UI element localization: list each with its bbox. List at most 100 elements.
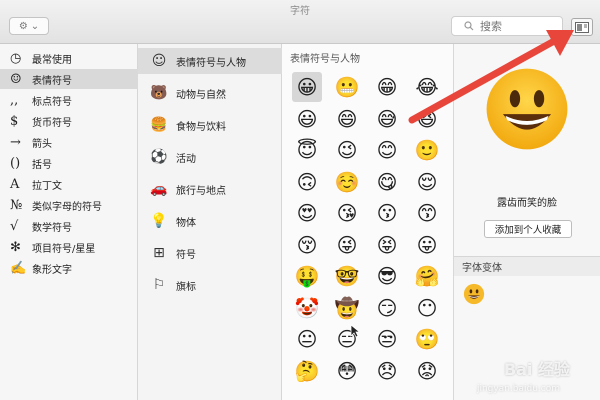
emoji-cell[interactable]: 🤠: [332, 293, 362, 323]
emoji-cell[interactable]: 😛: [412, 230, 442, 260]
settings-dropdown-button[interactable]: ⚙ ⌄: [9, 17, 49, 35]
emoji-cell[interactable]: 😊: [372, 135, 402, 165]
emoji-cell[interactable]: 😗: [372, 198, 402, 228]
emoji-cell[interactable]: 🤗: [412, 261, 442, 291]
category-item-flag[interactable]: ⚐ 旗标: [138, 272, 282, 298]
category-item-label: 符号: [176, 249, 196, 261]
emoji-cell[interactable]: 🙃: [292, 167, 322, 197]
asterisk-icon: ✻: [10, 239, 21, 255]
sidebar-item-clock[interactable]: ◷ 最常使用: [0, 48, 138, 68]
category-item-soccer-ball[interactable]: ⚽ 活动: [138, 144, 282, 170]
character-viewer-toggle-button[interactable]: [571, 18, 593, 36]
sidebar-item-label: 类似字母的符号: [32, 201, 102, 213]
category-item-label: 旅行与地点: [176, 185, 226, 197]
category-item-label: 食物与饮料: [176, 121, 226, 133]
category-list: ☺ 表情符号与人物 🐻 动物与自然 🍔 食物与饮料 ⚽ 活动 🚗 旅行与地点 💡 物体 ⊞ 符号 ⚐ 旗标: [138, 44, 282, 400]
emoji-cell[interactable]: 😐: [292, 324, 322, 354]
car-icon: 🚗: [150, 181, 168, 197]
small-grin-icon: [463, 283, 485, 305]
emoji-cell[interactable]: 😘: [332, 198, 362, 228]
emoji-cell[interactable]: 😅: [372, 104, 402, 134]
gear-icon: ⚙: [18, 20, 28, 32]
emoji-cell[interactable]: 😬: [332, 72, 362, 102]
sidebar-item-dollar[interactable]: $ 货币符号: [0, 111, 138, 131]
search-input[interactable]: [480, 19, 550, 33]
grid-section-title: 表情符号与人物: [290, 54, 360, 65]
window-toggle-icon: [575, 21, 589, 33]
sidebar: ◷ 最常使用 ☺ 表情符号,, 标点符号 $ 货币符号 → 箭头 () 括号 A 拉丁文 № 类似字母的符号…: [0, 44, 138, 400]
sidebar-item-label: 项目符号/星星: [32, 243, 96, 255]
emoji-cell[interactable]: 😏: [372, 293, 402, 323]
parentheses-icon: (): [10, 155, 21, 171]
emoji-cell[interactable]: 🙄: [412, 324, 442, 354]
search-field[interactable]: [451, 16, 563, 36]
search-icon: [464, 21, 474, 31]
category-item-label: 活动: [176, 153, 196, 165]
font-variant-emoji[interactable]: [462, 282, 486, 306]
smiley-icon: ☺: [10, 71, 22, 87]
emoji-cell[interactable]: 🤔: [292, 356, 322, 386]
sidebar-item-sqrt[interactable]: √ 数学符号: [0, 216, 138, 236]
emoji-cell[interactable]: 😉: [332, 135, 362, 165]
symbols-icon: ⊞: [153, 245, 165, 261]
large-emoji-preview-icon: [486, 68, 568, 150]
sidebar-item-pictograph[interactable]: ✍ 象形文字: [0, 258, 138, 278]
emoji-cell[interactable]: 🤡: [292, 293, 322, 323]
emoji-cell[interactable]: 😝: [372, 230, 402, 260]
emoji-cell[interactable]: 😍: [292, 198, 322, 228]
watermark-site: jingyan.baidu.com: [476, 384, 560, 394]
emoji-cell[interactable]: 😚: [292, 230, 322, 260]
emoji-cell[interactable]: 😆: [412, 104, 442, 134]
emoji-cell[interactable]: 😂: [412, 72, 442, 102]
emoji-cell[interactable]: 😁: [372, 72, 402, 102]
emoji-cell[interactable]: 😞: [372, 356, 402, 386]
category-item-lightbulb[interactable]: 💡 物体: [138, 208, 282, 234]
sidebar-item-arrow[interactable]: → 箭头: [0, 132, 138, 152]
category-item-car[interactable]: 🚗 旅行与地点: [138, 176, 282, 202]
emoji-cell[interactable]: 🤓: [332, 261, 362, 291]
category-item-symbols[interactable]: ⊞ 符号: [138, 240, 282, 266]
emoji-cell[interactable]: 😙: [412, 198, 442, 228]
sidebar-item-asterisk[interactable]: ✻ 项目符号/星星: [0, 237, 138, 257]
sidebar-item-label: 最常使用: [32, 54, 72, 66]
category-item-smiley-category[interactable]: ☺ 表情符号与人物: [138, 48, 282, 74]
mouse-cursor-icon: [350, 324, 360, 338]
arrow-icon: →: [10, 134, 21, 150]
burger-icon: 🍔: [150, 117, 168, 133]
emoji-cell[interactable]: 😇: [292, 135, 322, 165]
sidebar-item-numero[interactable]: № 类似字母的符号: [0, 195, 138, 215]
category-item-label: 物体: [176, 217, 196, 229]
flag-icon: ⚐: [152, 277, 166, 293]
category-item-bear[interactable]: 🐻 动物与自然: [138, 80, 282, 106]
sidebar-item-punctuation[interactable]: ,, 标点符号: [0, 90, 138, 110]
emoji-name-label: 露齿而笑的脸: [497, 198, 557, 209]
sqrt-icon: √: [10, 218, 19, 234]
category-item-burger[interactable]: 🍔 食物与饮料: [138, 112, 282, 138]
emoji-cell[interactable]: 😜: [332, 230, 362, 260]
emoji-cell[interactable]: 😌: [412, 167, 442, 197]
latin-a-icon: A: [10, 176, 20, 192]
add-to-favorites-button[interactable]: 添加到个人收藏: [484, 220, 572, 238]
emoji-cell[interactable]: 😎: [372, 261, 402, 291]
emoji-cell[interactable]: 😋: [372, 167, 402, 197]
emoji-cell[interactable]: 😃: [292, 104, 322, 134]
emoji-cell[interactable]: 🤑: [292, 261, 322, 291]
sidebar-item-smiley[interactable]: ☺ 表情符号: [0, 69, 138, 89]
pictograph-icon: ✍: [10, 260, 27, 276]
font-variants-header: 字体变体: [454, 256, 600, 276]
sidebar-item-label: 货币符号: [32, 117, 72, 129]
emoji-cell[interactable]: 😀: [292, 72, 322, 102]
window-title: 字符: [290, 6, 310, 17]
chevron-down-icon: ⌄: [30, 20, 40, 32]
clock-icon: ◷: [10, 50, 22, 66]
sidebar-item-parentheses[interactable]: () 括号: [0, 153, 138, 173]
emoji-cell[interactable]: 😟: [412, 356, 442, 386]
emoji-cell[interactable]: 😒: [372, 324, 402, 354]
emoji-cell[interactable]: ☺️: [332, 167, 362, 197]
emoji-cell[interactable]: 🙂: [412, 135, 442, 165]
sidebar-item-latin-a[interactable]: A 拉丁文: [0, 174, 138, 194]
emoji-cell[interactable]: 😶: [412, 293, 442, 323]
emoji-cell[interactable]: 😄: [332, 104, 362, 134]
emoji-cell[interactable]: 😳: [332, 356, 362, 386]
numero-icon: №: [10, 197, 23, 213]
